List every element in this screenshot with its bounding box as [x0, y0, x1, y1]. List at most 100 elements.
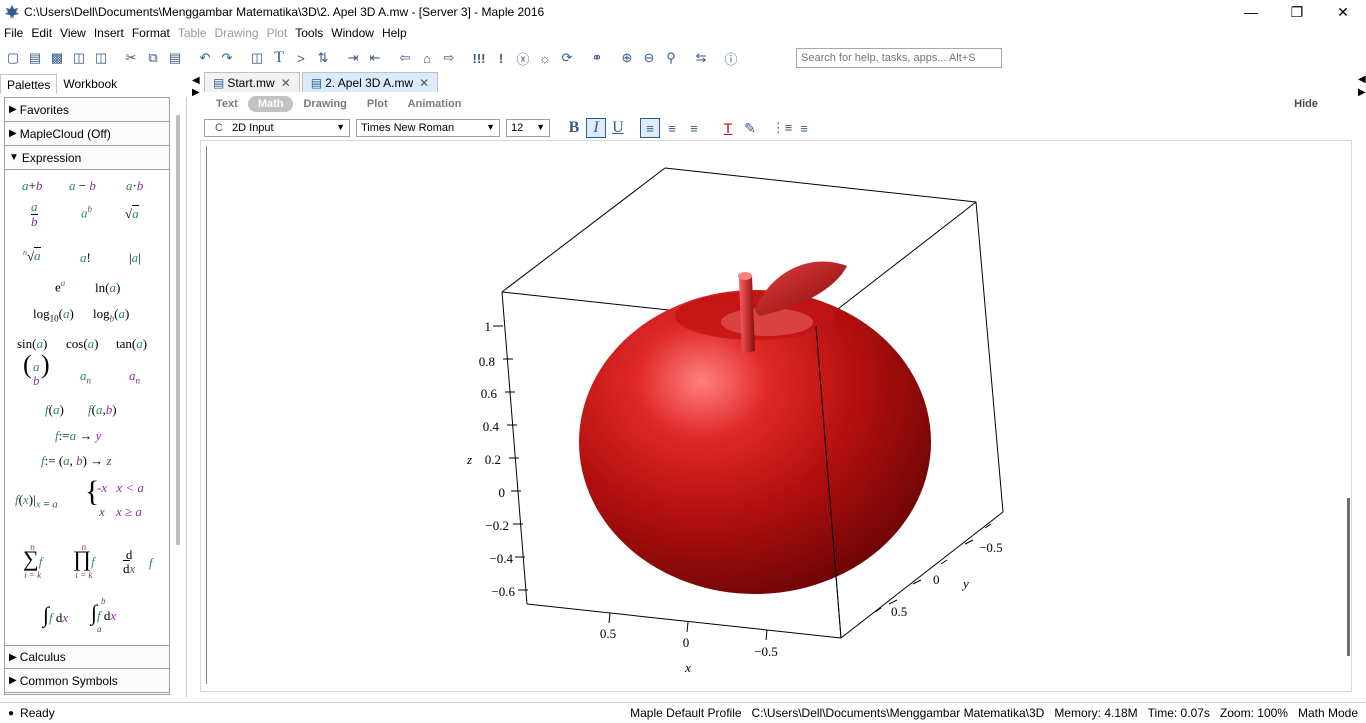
bullet-list-icon[interactable]: ⋮≡ [772, 118, 793, 138]
section-common-symbols[interactable]: ▶ Common Symbols [5, 669, 169, 693]
save-icon[interactable]: ▩ [48, 49, 66, 67]
expr-nthroot[interactable]: n√a [23, 247, 41, 264]
underline-button[interactable]: U [608, 118, 628, 138]
indent-icon[interactable]: ⇥ [344, 49, 362, 67]
expr-product[interactable]: n ∏f i = k [73, 540, 95, 581]
switch-icon[interactable]: ⇆ [692, 49, 710, 67]
menu-plot[interactable]: Plot [267, 26, 288, 40]
expr-function[interactable]: f(a) [45, 402, 64, 418]
expr-cos[interactable]: cos(a) [66, 336, 99, 352]
minimize-button[interactable]: — [1228, 0, 1274, 24]
expr-plus[interactable]: a+b [22, 178, 42, 194]
math-input-icon[interactable]: ◫ [248, 49, 266, 67]
document-scrollbar[interactable] [1347, 498, 1350, 656]
align-right-button[interactable]: ≡ [684, 118, 704, 138]
print-preview-icon[interactable]: ◫ [92, 49, 110, 67]
expr-sqrt[interactable]: √a [125, 205, 139, 222]
highlight-icon[interactable]: ✎ [740, 118, 760, 138]
copy-icon[interactable]: ⧉ [144, 49, 162, 67]
undo-icon[interactable]: ↶ [196, 49, 214, 67]
expr-minus[interactable]: a − b [69, 178, 96, 194]
restart-icon[interactable]: ⟳ [558, 49, 576, 67]
expr-ln[interactable]: ln(a) [95, 280, 120, 296]
expr-exp[interactable]: ea [55, 278, 65, 295]
close-tab-icon[interactable]: ✕ [419, 76, 429, 90]
home-icon[interactable]: ⌂ [418, 49, 436, 67]
section-calculus[interactable]: ▶ Calculus [5, 645, 169, 669]
expr-times[interactable]: a·b [126, 178, 143, 194]
section-favorites[interactable]: ▶ Favorites [5, 98, 169, 122]
expr-vector[interactable]: (a b) [23, 352, 50, 388]
plot-3d-apple[interactable]: 1 0.8 0.6 0.4 0.2 0 −0.2 −0.4 −0.6 z 0.5 [207, 146, 1341, 684]
cut-icon[interactable]: ✂ [122, 49, 140, 67]
tab-workbook[interactable]: Workbook [57, 74, 123, 94]
expr-derivative[interactable]: d dx f [123, 548, 153, 576]
expr-fraction[interactable]: ab [31, 200, 38, 229]
hide-button[interactable]: Hide [1294, 98, 1318, 110]
debug-icon[interactable]: ☼ [536, 49, 554, 67]
collapse-left-icon[interactable]: ◀ [192, 75, 200, 86]
menu-table[interactable]: Table [178, 26, 207, 40]
execution-group-icon[interactable]: > [292, 49, 310, 67]
open-folder-icon[interactable]: ▤ [26, 49, 44, 67]
expr-function-two[interactable]: f(a,b) [88, 402, 117, 418]
expr-tan[interactable]: tan(a) [116, 336, 147, 352]
expr-piecewise[interactable]: {-x x < ax x ≥ a [85, 476, 144, 524]
zoom-out-icon[interactable]: ⊖ [640, 49, 658, 67]
align-center-button[interactable]: ≡ [662, 118, 682, 138]
menu-view[interactable]: View [60, 26, 86, 40]
outdent-icon[interactable]: ⇤ [366, 49, 384, 67]
menu-drawing[interactable]: Drawing [215, 26, 259, 40]
align-left-button[interactable]: ≡ [640, 118, 660, 138]
tab-apel-3d[interactable]: ▤ 2. Apel 3D A.mw ✕ [301, 72, 439, 92]
expand-left-icon[interactable]: ▶ [192, 87, 200, 98]
mode-math[interactable]: Math [247, 96, 294, 112]
expr-abs[interactable]: |a| [129, 250, 141, 266]
forward-icon[interactable]: ⇨ [440, 49, 458, 67]
close-tab-icon[interactable]: ✕ [281, 76, 291, 90]
expr-arrow-function[interactable]: f:=a → y [55, 428, 101, 444]
expr-log10[interactable]: log10(a) [33, 306, 74, 324]
menu-format[interactable]: Format [132, 26, 170, 40]
text-mode-icon[interactable]: T [270, 49, 288, 67]
expr-indefinite-integral[interactable]: ∫f dx [43, 602, 68, 628]
redo-icon[interactable]: ↷ [218, 49, 236, 67]
expr-subscript[interactable]: an [80, 368, 91, 386]
back-icon[interactable]: ⇦ [396, 49, 414, 67]
expr-sum[interactable]: n ∑f i = k [23, 540, 42, 581]
font-size-select[interactable]: 12 ▼ [506, 119, 550, 137]
stop-icon[interactable]: ⓧ [514, 49, 532, 67]
new-document-icon[interactable]: ▢ [4, 49, 22, 67]
execute-all-icon[interactable]: !!! [470, 49, 488, 67]
section-expression[interactable]: ▼ Expression [5, 146, 169, 170]
expr-evaluate-at[interactable]: f(x)|x = a [15, 492, 58, 511]
mode-animation[interactable]: Animation [408, 98, 462, 110]
print-icon[interactable]: ◫ [70, 49, 88, 67]
expand-right-icon[interactable]: ▶ [1358, 87, 1366, 98]
expr-definite-integral[interactable]: b ∫f dx a [91, 594, 116, 635]
font-select[interactable]: Times New Roman ▼ [356, 119, 500, 137]
mode-plot[interactable]: Plot [367, 98, 388, 110]
collapse-right-icon[interactable]: ◀ [1358, 74, 1366, 85]
section-maplecloud[interactable]: ▶ MapleCloud (Off) [5, 122, 169, 146]
menu-edit[interactable]: Edit [31, 26, 52, 40]
menu-tools[interactable]: Tools [295, 26, 323, 40]
menu-insert[interactable]: Insert [94, 26, 124, 40]
restore-button[interactable]: ❐ [1274, 0, 1320, 24]
input-mode-select[interactable]: C 2D Input ▼ [204, 119, 350, 137]
mode-drawing[interactable]: Drawing [303, 98, 346, 110]
text-color-icon[interactable]: T [718, 118, 738, 138]
search-input[interactable] [796, 48, 1002, 68]
mode-text[interactable]: Text [216, 98, 238, 110]
document-area[interactable]: 1 0.8 0.6 0.4 0.2 0 −0.2 −0.4 −0.6 z 0.5 [206, 146, 1340, 684]
close-button[interactable]: ✕ [1320, 0, 1366, 24]
expr-logb[interactable]: logb(a) [93, 306, 129, 324]
execute-icon[interactable]: ! [492, 49, 510, 67]
menu-window[interactable]: Window [331, 26, 374, 40]
bold-button[interactable]: B [564, 118, 584, 138]
section-icon[interactable]: ⇅ [314, 49, 332, 67]
numbered-list-icon[interactable]: ≡ [794, 118, 814, 138]
expr-atomic-subscript[interactable]: an [129, 368, 140, 386]
help-icon[interactable]: ⓘ [722, 49, 740, 67]
italic-button[interactable]: I [586, 118, 606, 138]
